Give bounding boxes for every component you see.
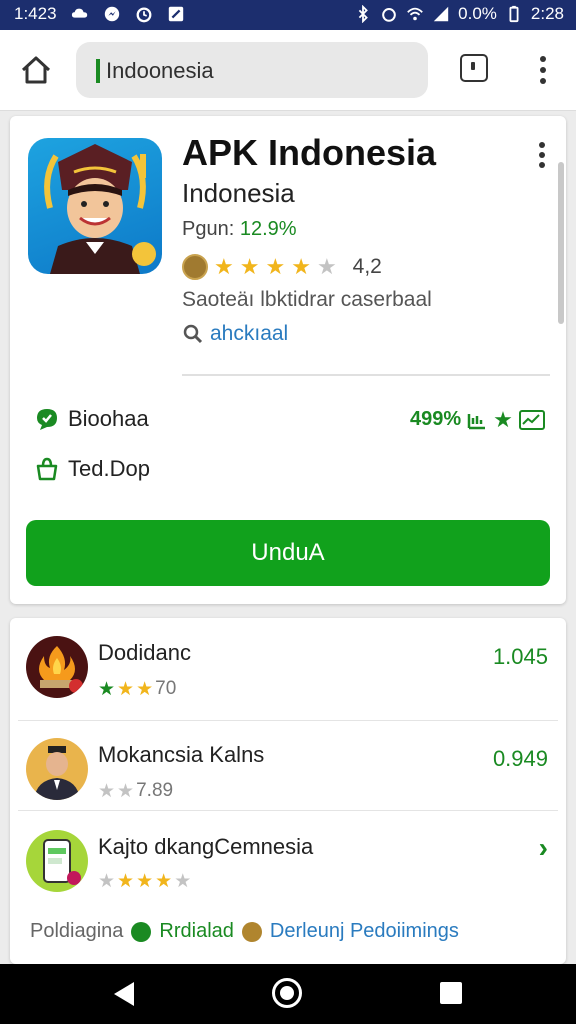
trend-icon bbox=[518, 409, 545, 430]
divider bbox=[18, 810, 558, 811]
feature-row-2: Ted.Dop bbox=[34, 456, 150, 482]
list-item-rating: 70 bbox=[155, 678, 177, 699]
star-icon: ★ bbox=[214, 254, 234, 279]
feature-2-label: Ted.Dop bbox=[68, 456, 150, 481]
rating-line: Pgun: 12.9% bbox=[182, 218, 297, 241]
feature-1-label: Bioohaa bbox=[68, 406, 149, 431]
list-item[interactable]: Dodidanc ★ ★ ★ 70 1.045 bbox=[10, 618, 566, 710]
app-description: Saoteäı lbktidrar caserbaal bbox=[182, 288, 432, 311]
rating-label: Pgun: bbox=[182, 218, 235, 240]
medal-icon bbox=[241, 921, 262, 942]
star-icon: ★ bbox=[239, 254, 260, 279]
list-item-value: 0.949 bbox=[492, 746, 548, 771]
list-item-title: Mokancsia Kalns bbox=[98, 742, 265, 767]
app-logo-illustration bbox=[44, 144, 156, 274]
app-notification-icon bbox=[168, 6, 183, 22]
list-item[interactable]: Kajto dkangCemnesia ★ ★ ★ ★ ★ › bbox=[10, 812, 566, 904]
footer-links: Poldiagina Rrdialad Derleunj Pedoiimings bbox=[30, 920, 459, 943]
tab-switcher-button[interactable] bbox=[460, 54, 488, 82]
check-circle-icon bbox=[131, 921, 152, 942]
list-item-stars: ★ ★ 7.89 bbox=[98, 780, 173, 802]
alarm-icon-right bbox=[382, 8, 396, 22]
chart-icon bbox=[467, 413, 486, 429]
star-empty-icon: ★ bbox=[98, 780, 116, 802]
search-link-text[interactable]: ahckıaal bbox=[210, 322, 288, 346]
back-icon[interactable] bbox=[114, 982, 134, 1006]
list-item-rating: 7.89 bbox=[136, 780, 174, 801]
url-bar[interactable]: Indoonesia bbox=[76, 42, 428, 98]
rating-number: 4,2 bbox=[352, 255, 382, 278]
status-bar: 1:423 0.0% 2:28 bbox=[0, 0, 576, 30]
star-icon: ★ bbox=[291, 254, 311, 279]
app-stars-row: ★ ★ ★ ★ ★ 4,2 bbox=[182, 254, 382, 280]
star-icon: ★ bbox=[265, 254, 286, 279]
list-item-stars: ★ ★ ★ ★ ★ bbox=[98, 872, 191, 891]
status-right: 0.0% 2:28 bbox=[354, 4, 564, 24]
app-icon[interactable] bbox=[28, 138, 162, 274]
browser-menu-icon[interactable] bbox=[536, 54, 550, 86]
recent-apps-icon[interactable] bbox=[440, 982, 462, 1004]
url-text[interactable]: Indoonesia bbox=[106, 58, 214, 84]
android-nav-bar bbox=[0, 964, 576, 1024]
footer-link-3[interactable]: Derleunj Pedoiimings bbox=[270, 920, 459, 943]
search-icon bbox=[183, 324, 203, 344]
footer-label-1: Poldiagina bbox=[30, 920, 124, 942]
browser-toolbar: Indoonesia bbox=[0, 30, 576, 111]
scrollbar[interactable] bbox=[558, 162, 564, 324]
star-empty-icon: ★ bbox=[117, 780, 135, 802]
messenger-icon bbox=[104, 6, 119, 22]
bluetooth-icon bbox=[358, 5, 369, 23]
star-icon: ★ bbox=[136, 871, 154, 892]
medal-icon bbox=[182, 254, 208, 280]
battery-percent: 0.0% bbox=[458, 4, 497, 23]
alarm-icon bbox=[136, 7, 151, 23]
star-icon: ★ bbox=[117, 678, 135, 700]
signal-icon bbox=[433, 6, 449, 22]
list-item-stars: ★ ★ ★ 70 bbox=[98, 678, 176, 700]
list-item-title: Dodidanc bbox=[98, 640, 191, 665]
green-star-icon: ★ bbox=[493, 406, 513, 432]
phone-app-icon bbox=[26, 830, 88, 892]
search-link[interactable]: ahckıaal bbox=[182, 322, 288, 346]
rating-percent: 12.9% bbox=[239, 218, 297, 240]
feature-row-1: Bioohaa bbox=[34, 406, 149, 432]
status-time: 1:423 bbox=[14, 4, 57, 23]
app-title: APK Indonesia bbox=[182, 132, 437, 173]
app-subtitle: Indonesia bbox=[182, 178, 295, 208]
download-button[interactable]: UnduA bbox=[26, 520, 550, 586]
bag-icon bbox=[36, 457, 58, 481]
home-icon[interactable] bbox=[18, 52, 54, 88]
list-item-title: Kajto dkangCemnesia bbox=[98, 834, 314, 859]
list-item[interactable]: Mokancsia Kalns ★ ★ 7.89 0.949 bbox=[10, 720, 566, 812]
star-icon: ★ bbox=[136, 678, 154, 700]
related-apps-card: Dodidanc ★ ★ ★ 70 1.045 Mokancsia Kalns … bbox=[10, 618, 566, 964]
star-icon: ★ bbox=[98, 678, 116, 700]
list-item-value: 1.045 bbox=[492, 644, 548, 669]
star-icon: ★ bbox=[155, 871, 173, 892]
star-icon: ★ bbox=[117, 871, 135, 892]
wifi-icon bbox=[407, 7, 423, 21]
cloud-icon bbox=[71, 8, 87, 18]
chat-icon bbox=[37, 409, 57, 430]
chevron-right-icon[interactable]: › bbox=[539, 832, 548, 864]
url-cursor bbox=[96, 59, 100, 83]
feature-1-value: 499% bbox=[410, 408, 462, 430]
star-empty-icon: ★ bbox=[174, 871, 192, 892]
star-empty-icon: ★ bbox=[98, 871, 116, 892]
battery-icon bbox=[509, 5, 519, 23]
divider bbox=[182, 374, 550, 376]
flame-app-icon bbox=[26, 636, 88, 698]
card-menu-icon[interactable] bbox=[536, 142, 548, 170]
status-clock: 2:28 bbox=[530, 4, 564, 23]
home-nav-icon[interactable] bbox=[272, 978, 302, 1008]
status-left: 1:423 bbox=[14, 4, 185, 24]
person-avatar-icon bbox=[26, 738, 88, 800]
app-details-card: APK Indonesia Indonesia Pgun: 12.9% ★ ★ … bbox=[10, 116, 566, 604]
feature-1-stat: 499% ★ bbox=[410, 408, 545, 431]
footer-link-2[interactable]: Rrdialad bbox=[159, 920, 233, 943]
star-empty-icon: ★ bbox=[316, 254, 337, 279]
